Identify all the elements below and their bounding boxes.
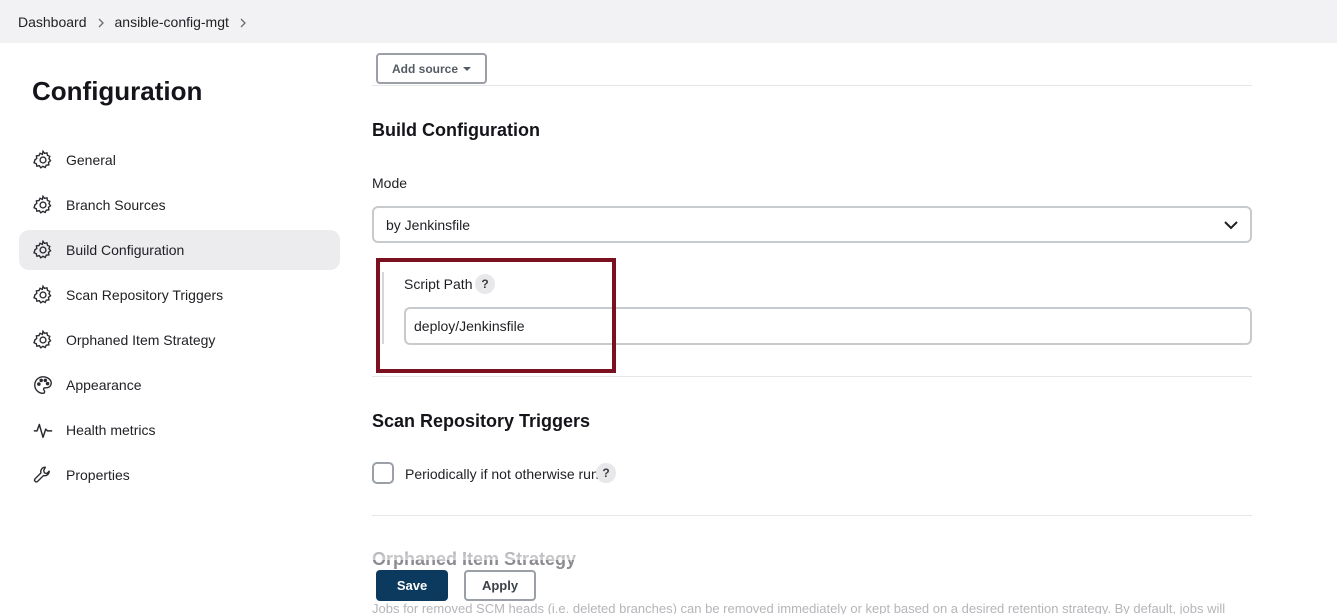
- sidebar-item-branch-sources[interactable]: Branch Sources: [19, 185, 340, 225]
- periodically-checkbox-label[interactable]: Periodically if not otherwise run: [405, 466, 599, 482]
- script-path-input[interactable]: [404, 307, 1252, 345]
- nested-section-bar: [382, 272, 384, 344]
- sidebar-item-label: General: [66, 152, 116, 168]
- help-icon[interactable]: ?: [596, 463, 616, 483]
- gear-icon: [31, 328, 55, 352]
- help-icon[interactable]: ?: [475, 274, 495, 294]
- wrench-icon: [31, 463, 55, 487]
- gear-icon: [31, 238, 55, 262]
- mode-select[interactable]: by Jenkinsfile: [372, 206, 1252, 243]
- script-path-label: Script Path: [404, 276, 473, 292]
- page-title: Configuration: [32, 76, 203, 106]
- sidebar-item-orphaned-item-strategy[interactable]: Orphaned Item Strategy: [19, 320, 340, 360]
- periodically-checkbox[interactable]: [372, 462, 394, 484]
- sidebar-item-properties[interactable]: Properties: [19, 455, 340, 495]
- sidebar-item-label: Branch Sources: [66, 197, 166, 213]
- sidebar-item-label: Health metrics: [66, 422, 156, 438]
- sidebar-item-health-metrics[interactable]: Health metrics: [19, 410, 340, 450]
- scan-repository-triggers-heading: Scan Repository Triggers: [372, 411, 591, 431]
- add-source-button[interactable]: Add source: [376, 53, 487, 84]
- breadcrumb-ansible-config-mgt[interactable]: ansible-config-mgt: [115, 14, 229, 30]
- chevron-down-icon: [1224, 221, 1238, 230]
- gear-icon: [31, 148, 55, 172]
- gear-icon: [31, 193, 55, 217]
- chevron-right-icon: [87, 14, 115, 30]
- mode-select-value: by Jenkinsfile: [386, 216, 471, 233]
- sidebar-item-general[interactable]: General: [19, 140, 340, 180]
- pulse-icon: [31, 418, 55, 442]
- apply-button[interactable]: Apply: [464, 570, 536, 601]
- palette-icon: [31, 373, 55, 397]
- orphaned-item-strategy-heading: Orphaned Item Strategy: [372, 549, 577, 569]
- sidebar-nav: General Branch Sources Build Configurati…: [19, 140, 340, 500]
- chevron-right-icon[interactable]: [229, 14, 257, 30]
- divider: [372, 515, 1252, 516]
- breadcrumb: Dashboard ansible-config-mgt: [0, 0, 1337, 43]
- divider: [372, 85, 1252, 86]
- sidebar-item-label: Build Configuration: [66, 242, 185, 258]
- gear-icon: [31, 283, 55, 307]
- sidebar-item-label: Appearance: [66, 377, 142, 393]
- sidebar-item-label: Properties: [66, 467, 130, 483]
- sidebar-item-appearance[interactable]: Appearance: [19, 365, 340, 405]
- save-button[interactable]: Save: [376, 570, 448, 601]
- sidebar-item-label: Orphaned Item Strategy: [66, 332, 216, 348]
- orphaned-item-strategy-description: Jobs for removed SCM heads (i.e. deleted…: [372, 601, 1226, 614]
- build-configuration-heading: Build Configuration: [372, 120, 540, 140]
- caret-down-icon: [463, 66, 471, 71]
- sidebar-item-scan-repository-triggers[interactable]: Scan Repository Triggers: [19, 275, 340, 315]
- breadcrumb-dashboard[interactable]: Dashboard: [18, 14, 87, 30]
- sidebar-item-label: Scan Repository Triggers: [66, 287, 224, 303]
- add-source-label: Add source: [391, 61, 458, 76]
- sidebar-item-build-configuration[interactable]: Build Configuration: [19, 230, 340, 270]
- divider: [372, 376, 1252, 377]
- mode-label: Mode: [372, 175, 408, 191]
